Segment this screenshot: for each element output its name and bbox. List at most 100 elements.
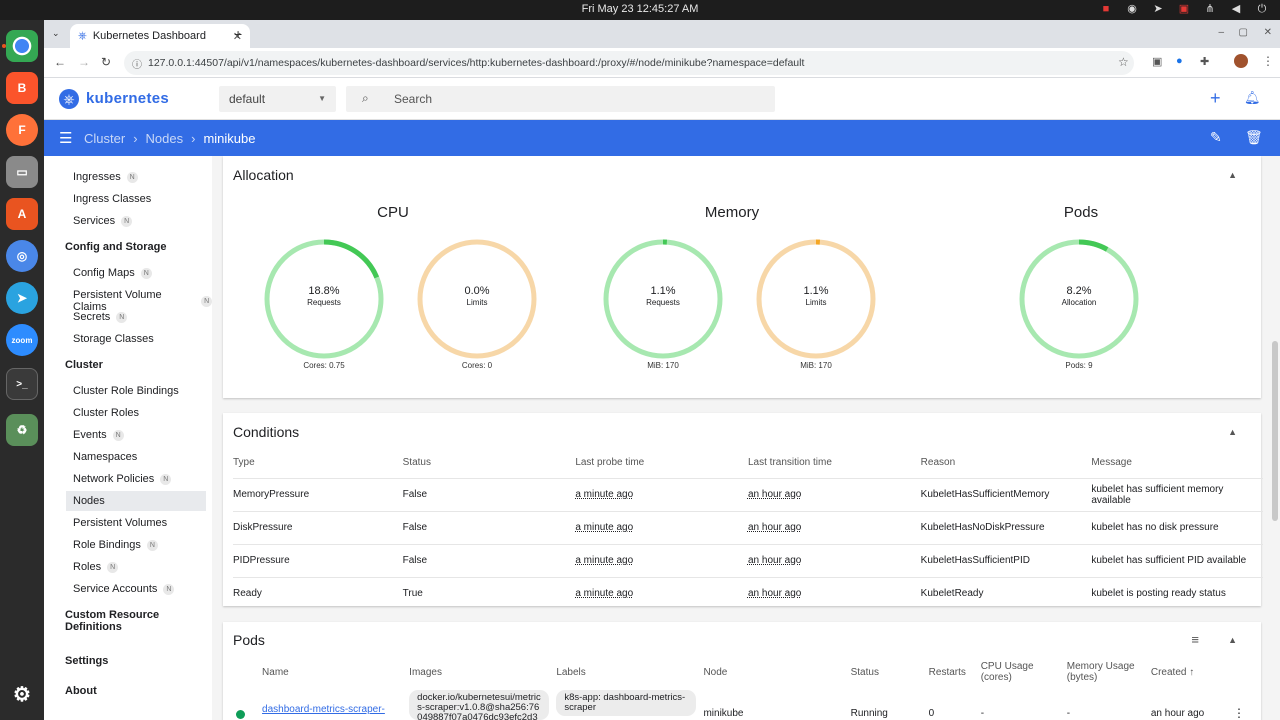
system-clock[interactable]: Fri May 23 12:45:27 AM <box>0 3 1280 15</box>
search-icon: ⌕ <box>362 91 369 105</box>
back-icon[interactable]: ← <box>54 55 66 69</box>
browser-toolbar: ← → ↻ ⓘ 127.0.0.1:44507/api/v1/namespace… <box>44 48 1280 78</box>
sidebar-item-cluster-role-bindings[interactable]: Cluster Role Bindings <box>73 385 179 397</box>
forward-icon[interactable]: → <box>78 55 90 69</box>
sidebar-item-secrets[interactable]: Secrets N <box>73 311 128 323</box>
trash-dock-icon[interactable]: ♻ <box>6 414 38 446</box>
browser-menu-icon[interactable]: ⋮ <box>1262 54 1274 68</box>
zoom-dock-icon[interactable]: zoom <box>6 324 38 356</box>
collapse-icon[interactable]: ▲ <box>1228 427 1237 437</box>
reload-icon[interactable]: ↻ <box>101 55 111 69</box>
sidebar-section-heading[interactable]: Cluster <box>65 359 103 371</box>
bookmark-star-icon[interactable]: ☆ <box>1118 55 1129 69</box>
sidebar-section-heading[interactable]: About <box>65 685 97 697</box>
site-info-icon[interactable]: ⓘ <box>132 56 142 71</box>
chromium-dock-icon[interactable]: ◎ <box>6 240 38 272</box>
sidebar-item-nodes[interactable]: Nodes <box>73 495 105 507</box>
col-node[interactable]: Node <box>703 656 850 688</box>
sidebar-item-network-policies[interactable]: Network Policies N <box>73 473 172 485</box>
network-icon[interactable]: ⋔ <box>1204 3 1216 15</box>
show-apps-icon[interactable]: ⚙ <box>6 678 38 710</box>
search-input[interactable]: ⌕ Search <box>346 86 775 112</box>
condition-cell: a minute ago <box>575 522 634 533</box>
col-name[interactable]: Name <box>262 656 409 688</box>
sidebar-item-service-accounts[interactable]: Service Accounts N <box>73 583 175 595</box>
filter-icon[interactable]: ≡ <box>1191 632 1199 647</box>
breadcrumb-nodes[interactable]: Nodes <box>146 131 184 146</box>
pods-card: Pods ≡ ▲ Name Images Labels Node Status … <box>223 622 1261 720</box>
row-actions-icon[interactable]: ⋮ <box>1233 706 1245 720</box>
sidebar-item-persistent-volumes[interactable]: Persistent Volumes <box>73 517 167 529</box>
extension-icon[interactable]: ▣ <box>1152 55 1162 68</box>
sidebar-section-heading[interactable]: Config and Storage <box>65 241 166 253</box>
edit-pencil-icon[interactable]: ✎ <box>1210 129 1222 146</box>
create-plus-icon[interactable]: + <box>1210 88 1221 109</box>
gauge-label: Allocation <box>1061 298 1097 307</box>
app-logo-text[interactable]: kubernetes <box>86 90 169 107</box>
sidebar-item-cluster-roles[interactable]: Cluster Roles <box>73 407 139 419</box>
sidebar-item-services[interactable]: Services N <box>73 215 133 227</box>
firefox-dock-icon[interactable]: F <box>6 114 38 146</box>
condition-cell: kubelet has sufficient PID available <box>1091 555 1247 566</box>
browser-tab[interactable]: ⎈ Kubernetes Dashboard ✕ <box>70 24 250 48</box>
collapse-icon[interactable]: ▲ <box>1228 635 1237 645</box>
sidebar-item-label: Ingresses <box>73 171 121 183</box>
table-row[interactable]: dashboard-metrics-scraper- docker.io/kub… <box>223 688 1261 720</box>
condition-cell: an hour ago <box>747 489 802 500</box>
sidebar-item-role-bindings[interactable]: Role Bindings N <box>73 539 158 551</box>
condition-cell: KubeletHasSufficientPID <box>920 555 1030 566</box>
sidebar-item-events[interactable]: Events N <box>73 429 124 441</box>
col-status[interactable]: Status <box>851 656 929 688</box>
chevron-right-icon: › <box>133 131 138 146</box>
telegram-dock-icon[interactable]: ➤ <box>6 282 38 314</box>
namespace-select[interactable]: default ▼ <box>219 86 336 112</box>
minimize-icon[interactable]: – <box>1218 27 1224 38</box>
gauge-label: Requests <box>307 298 341 307</box>
tab-list-icon[interactable]: ⌄ <box>52 28 60 39</box>
delete-trash-icon[interactable]: 🗑︎ <box>1245 129 1263 146</box>
conditions-column-header: Last transition time <box>747 457 832 469</box>
sidebar-section-heading[interactable]: Settings <box>65 655 108 667</box>
sidebar-item-storage-classes[interactable]: Storage Classes <box>73 333 154 345</box>
condition-cell: an hour ago <box>747 522 802 533</box>
extension-blue-icon[interactable]: ● <box>1176 55 1183 67</box>
telegram-tray-icon[interactable]: ➤ <box>1152 3 1164 15</box>
label-chip[interactable]: k8s-app: dashboard-metrics-scraper <box>556 690 697 716</box>
close-window-icon[interactable]: ✕ <box>1264 27 1272 38</box>
col-created[interactable]: Created ↑ <box>1151 656 1261 688</box>
volume-icon[interactable]: ◀ <box>1230 3 1242 15</box>
app-center-dock-icon[interactable]: A <box>6 198 38 230</box>
record-icon[interactable]: ■ <box>1100 3 1112 15</box>
sidebar-item-config-maps[interactable]: Config Maps N <box>73 267 152 279</box>
menu-hamburger-icon[interactable]: ☰ <box>59 129 72 147</box>
conditions-column-header: Message <box>1091 457 1132 469</box>
chrome-tray-icon[interactable]: ◉ <box>1126 3 1138 15</box>
sidebar-item-namespaces[interactable]: Namespaces <box>73 451 137 463</box>
kubernetes-logo-icon[interactable]: ⎈ <box>59 89 79 109</box>
terminal-dock-icon[interactable]: >_ <box>6 368 38 400</box>
gauge-label: Requests <box>646 298 680 307</box>
sidebar-item-roles[interactable]: Roles N <box>73 561 119 573</box>
main-scrollbar[interactable] <box>1272 341 1278 521</box>
pod-name-link[interactable]: dashboard-metrics-scraper- <box>262 688 409 720</box>
collapse-icon[interactable]: ▲ <box>1228 170 1237 180</box>
pod-node: minikube <box>703 708 744 719</box>
sidebar-item-ingress-classes[interactable]: Ingress Classes <box>73 193 151 205</box>
chrome-dock-icon[interactable] <box>6 30 38 62</box>
address-bar[interactable]: ⓘ 127.0.0.1:44507/api/v1/namespaces/kube… <box>124 51 1134 75</box>
brave-dock-icon[interactable]: B <box>6 72 38 104</box>
extensions-puzzle-icon[interactable]: ✚ <box>1200 55 1209 68</box>
restore-icon[interactable]: ▢ <box>1239 27 1248 38</box>
conditions-title: Conditions <box>233 424 300 440</box>
breadcrumb-cluster[interactable]: Cluster <box>84 131 125 146</box>
profile-avatar[interactable] <box>1234 54 1248 68</box>
sidebar-item-persistent-volume-claims[interactable]: Persistent Volume Claims N <box>73 289 212 313</box>
files-dock-icon[interactable]: ▭ <box>6 156 38 188</box>
new-tab-icon[interactable]: + <box>234 26 242 42</box>
notifications-bell-icon[interactable]: 🔔︎ <box>1244 90 1261 106</box>
col-restarts[interactable]: Restarts <box>929 656 981 688</box>
sidebar-item-ingresses[interactable]: Ingresses N <box>73 171 138 183</box>
sidebar-section-heading[interactable]: Custom Resource Definitions <box>65 609 212 633</box>
power-icon[interactable]: ⏻ <box>1256 3 1268 15</box>
screen-share-icon[interactable]: ▣ <box>1178 3 1190 15</box>
